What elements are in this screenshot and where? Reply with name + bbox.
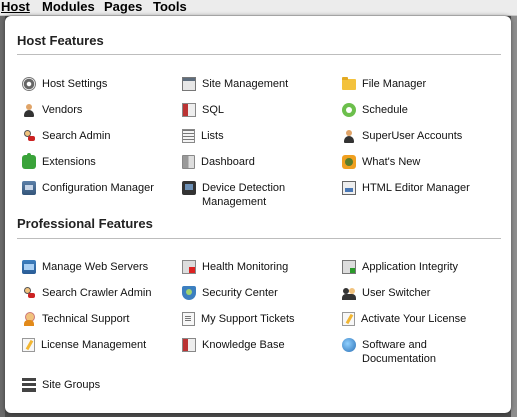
menu-item-label: Software and Documentation [362, 339, 436, 365]
search-admin-icon [22, 286, 36, 300]
puzzle-icon [22, 153, 36, 169]
menu-item-license-management[interactable]: License Management [22, 338, 146, 352]
menu-item-label: Knowledge Base [202, 339, 285, 351]
gear-icon [22, 77, 36, 91]
menu-item-label: SuperUser Accounts [362, 130, 463, 142]
pencil-icon [342, 312, 355, 326]
menu-item-whats-new[interactable]: What's New [342, 155, 420, 169]
menu-item-schedule[interactable]: Schedule [342, 103, 408, 117]
menu-item-label: Activate Your License [361, 313, 467, 325]
menu-item-vendors[interactable]: Vendors [22, 103, 82, 117]
menu-item-health-monitoring[interactable]: Health Monitoring [182, 260, 288, 274]
servers-icon [22, 260, 36, 274]
menu-item-activate-your-license[interactable]: Activate Your License [342, 312, 466, 326]
menu-item-superuser-accounts[interactable]: SuperUser Accounts [342, 129, 462, 143]
schedule-icon [342, 103, 356, 117]
health-icon [182, 260, 196, 274]
menu-item-label: SQL [202, 104, 225, 116]
database-icon [182, 103, 196, 117]
menu-tools[interactable]: Tools [153, 0, 187, 14]
section-divider [17, 238, 501, 239]
menu-item-search-admin[interactable]: Search Admin [22, 129, 110, 143]
menu-item-site-groups[interactable]: Site Groups [22, 378, 100, 392]
background-right [511, 16, 517, 417]
menu-item-software-and-documentation[interactable]: Software and Documentation [342, 338, 462, 366]
list-icon [182, 129, 195, 143]
dashboard-icon [182, 155, 195, 169]
menu-item-html-editor-manager[interactable]: HTML Editor Manager [342, 181, 470, 195]
menu-item-my-support-tickets[interactable]: My Support Tickets [182, 312, 295, 326]
menu-item-file-manager[interactable]: File Manager [342, 77, 426, 91]
menu-host[interactable]: Host [1, 0, 30, 14]
section-title-professional-features: Professional Features [17, 216, 153, 231]
menu-item-manage-web-servers[interactable]: Manage Web Servers [22, 260, 148, 274]
star-icon [342, 155, 356, 169]
person-icon [22, 103, 36, 117]
database-icon [182, 338, 196, 352]
menu-item-label: Application Integrity [362, 261, 458, 273]
menu-item-label: Device Detection Management [202, 182, 286, 208]
menu-item-label: License Management [41, 339, 147, 351]
menu-item-label: Vendors [42, 104, 83, 116]
top-menu-bar: Host Modules Pages Tools [0, 0, 517, 16]
menu-item-label: Extensions [42, 156, 96, 168]
menu-item-technical-support[interactable]: Technical Support [22, 312, 129, 326]
host-dropdown-panel: Host Features Host Settings Vendors Sear… [5, 16, 511, 413]
menu-item-sql[interactable]: SQL [182, 103, 224, 117]
menu-item-host-settings[interactable]: Host Settings [22, 77, 107, 91]
menu-item-lists[interactable]: Lists [182, 129, 224, 143]
menu-item-application-integrity[interactable]: Application Integrity [342, 260, 458, 274]
menu-item-label: HTML Editor Manager [362, 182, 470, 194]
support-icon [22, 312, 36, 326]
menu-item-label: Search Crawler Admin [42, 287, 152, 299]
menu-item-label: Technical Support [42, 313, 130, 325]
pencil-icon [22, 338, 35, 352]
person-icon [342, 129, 356, 143]
menu-item-label: Manage Web Servers [42, 261, 149, 273]
menu-item-label: Health Monitoring [202, 261, 289, 273]
menu-item-label: My Support Tickets [201, 313, 295, 325]
menu-item-label: User Switcher [362, 287, 431, 299]
menu-item-label: What's New [362, 156, 421, 168]
menu-item-knowledge-base[interactable]: Knowledge Base [182, 338, 285, 352]
ticket-icon [182, 312, 195, 326]
menu-item-label: Configuration Manager [42, 182, 154, 194]
menu-item-device-detection-management[interactable]: Device Detection Management [182, 181, 312, 209]
section-divider [17, 54, 501, 55]
menu-pages[interactable]: Pages [104, 0, 142, 14]
config-icon [22, 181, 36, 195]
section-title-host-features: Host Features [17, 33, 104, 48]
menu-item-user-switcher[interactable]: User Switcher [342, 286, 430, 300]
search-admin-icon [22, 129, 36, 143]
globe-icon [342, 338, 356, 352]
window-icon [182, 77, 196, 91]
menu-item-label: Site Management [202, 78, 289, 90]
menu-item-label: Search Admin [42, 130, 111, 142]
menu-item-site-management[interactable]: Site Management [182, 77, 288, 91]
menu-item-dashboard[interactable]: Dashboard [182, 155, 255, 169]
menu-item-label: File Manager [362, 78, 427, 90]
menu-item-label: Lists [201, 130, 224, 142]
menu-item-search-crawler-admin[interactable]: Search Crawler Admin [22, 286, 151, 300]
shield-icon [182, 286, 196, 300]
menu-item-label: Site Groups [42, 379, 101, 391]
switcher-icon [342, 286, 356, 300]
menu-item-security-center[interactable]: Security Center [182, 286, 278, 300]
integrity-icon [342, 260, 356, 274]
menu-modules[interactable]: Modules [42, 0, 95, 14]
menu-item-label: Host Settings [42, 78, 108, 90]
html-icon [342, 181, 356, 195]
site-groups-icon [22, 378, 36, 392]
menu-item-label: Dashboard [201, 156, 255, 168]
menu-item-extensions[interactable]: Extensions [22, 153, 96, 169]
device-icon [182, 181, 196, 195]
folder-icon [342, 77, 356, 90]
menu-item-label: Schedule [362, 104, 408, 116]
menu-item-configuration-manager[interactable]: Configuration Manager [22, 181, 154, 195]
menu-item-label: Security Center [202, 287, 278, 299]
